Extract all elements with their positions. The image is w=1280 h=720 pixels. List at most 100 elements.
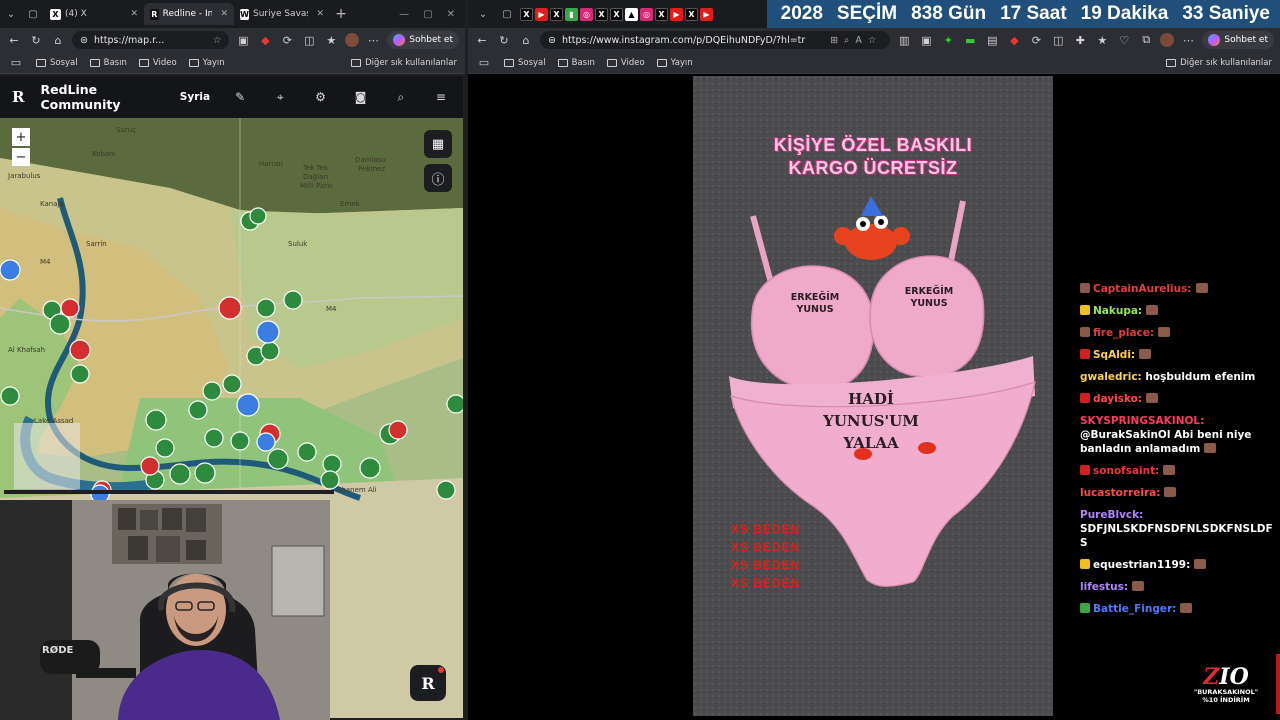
tab-x-icon[interactable]: X — [595, 7, 608, 21]
extension-red-icon[interactable]: ◆ — [1006, 34, 1022, 47]
chat-username[interactable]: SKYSPRINGSAKINOL: — [1080, 415, 1204, 427]
heart-icon[interactable]: ♡ — [1116, 34, 1132, 47]
profile-avatar[interactable] — [345, 33, 360, 47]
tab-image-icon[interactable]: ▲ — [625, 7, 638, 21]
tab-suriye[interactable]: W Suriye Savaş H ✕ — [234, 3, 330, 25]
tab-instagram-icon[interactable]: ◎ — [580, 7, 593, 21]
more-menu-icon[interactable]: ⋯ — [1180, 34, 1196, 47]
chat-username[interactable]: Nakupa: — [1093, 305, 1142, 317]
favorites-icon[interactable]: ★ — [323, 34, 339, 47]
bookmark-yayin[interactable]: Yayın — [188, 58, 225, 68]
bookmark-sosyal[interactable]: Sosyal — [36, 58, 78, 68]
more-menu-icon[interactable]: ⋯ — [365, 34, 381, 47]
favorites-icon[interactable]: ★ — [1094, 34, 1110, 47]
copilot-button[interactable]: Sohbet et — [387, 31, 459, 49]
other-bookmarks[interactable]: Diğer sık kullanılanlar — [1166, 58, 1272, 68]
collections-icon[interactable]: ⧉ — [1138, 33, 1154, 47]
bookmark-basin[interactable]: Basın — [89, 58, 127, 68]
tab-instagram-icon[interactable]: ◎ — [640, 7, 653, 21]
extension-icon[interactable]: ✦ — [940, 34, 956, 47]
refresh-icon[interactable]: ↻ — [496, 34, 512, 47]
camera-icon[interactable]: ◙ — [351, 86, 371, 108]
split-screen-icon[interactable]: ◫ — [301, 34, 317, 47]
pen-icon[interactable]: ✎ — [230, 86, 250, 108]
instagram-post-image[interactable]: KİŞİYE ÖZEL BASKILI KARGO ÜCRETSİZ ERKEĞ… — [693, 76, 1053, 716]
redline-float-button[interactable]: R — [410, 665, 446, 701]
search-icon[interactable]: ⌕ — [391, 86, 411, 108]
chat-username[interactable]: sonofsaint: — [1093, 465, 1159, 477]
chat-username[interactable]: CaptainAurelius: — [1093, 283, 1192, 295]
chat-username[interactable]: Battle_Finger: — [1093, 603, 1176, 615]
site-info-icon[interactable]: ⊜ — [548, 35, 556, 46]
tab-x-icon[interactable]: X — [685, 7, 698, 21]
chat-username[interactable]: gwaledric: — [1080, 371, 1142, 383]
bookmark-video[interactable]: Video — [606, 58, 645, 68]
map-marker-red — [60, 298, 80, 318]
extension-icon[interactable]: ▣ — [918, 34, 934, 47]
tab-redline[interactable]: R Redline - Inter ✕ — [144, 3, 234, 25]
redline-logo[interactable]: R — [12, 88, 24, 106]
region-selector[interactable]: Syria — [180, 91, 210, 103]
extension-red-icon[interactable]: ◆ — [257, 34, 273, 47]
extension-icon[interactable]: ▥ — [896, 34, 912, 47]
url-field[interactable]: ⊜ https://map.r... ☆ — [72, 31, 230, 49]
split-screen-icon[interactable]: ◫ — [1050, 34, 1066, 47]
favorite-star-icon[interactable]: ☆ — [213, 35, 222, 46]
tab-app-icon[interactable]: ▮ — [565, 7, 578, 21]
bookmark-sosyal[interactable]: Sosyal — [504, 58, 546, 68]
tab-youtube-icon[interactable]: ▶ — [670, 7, 683, 21]
workspaces-icon[interactable]: ▢ — [22, 3, 44, 25]
bookmark-video[interactable]: Video — [138, 58, 177, 68]
other-bookmarks[interactable]: Diğer sık kullanılanlar — [351, 58, 457, 68]
back-arrow-icon[interactable]: ← — [474, 34, 490, 47]
sync-icon[interactable]: ⟳ — [1028, 34, 1044, 47]
site-info-icon[interactable]: ⊜ — [80, 35, 88, 46]
tab-x-icon[interactable]: X — [655, 7, 668, 21]
chat-username[interactable]: lucastorreira: — [1080, 487, 1160, 499]
bookmark-basin[interactable]: Basın — [557, 58, 595, 68]
back-arrow-icon[interactable]: ← — [6, 34, 22, 47]
new-tab-plus-icon[interactable]: + — [330, 3, 352, 25]
minimize-icon[interactable]: — — [399, 9, 409, 20]
folder-icon — [351, 58, 362, 67]
extension-icon[interactable]: ▬ — [962, 34, 978, 47]
extension-icon[interactable]: ▣ — [235, 34, 251, 47]
maximize-icon[interactable]: ▢ — [423, 9, 432, 20]
tab-x-icon[interactable]: X — [520, 7, 533, 21]
close-tab-icon[interactable]: ✕ — [220, 9, 228, 19]
sync-icon[interactable]: ⟳ — [279, 34, 295, 47]
workspaces-icon[interactable]: ▢ — [496, 9, 518, 20]
chat-username[interactable]: lifestus: — [1080, 581, 1128, 593]
close-window-icon[interactable]: ✕ — [447, 9, 455, 20]
profile-avatar[interactable] — [1160, 33, 1175, 47]
address-tools-icon[interactable]: ⊞⌕A☆ — [830, 35, 882, 46]
location-pin-icon[interactable]: ⌖ — [270, 86, 290, 108]
tab-actions-chevron-icon[interactable]: ⌄ — [472, 9, 494, 20]
tab-actions-chevron-icon[interactable]: ⌄ — [0, 3, 22, 25]
tab-youtube-icon[interactable]: ▶ — [535, 7, 548, 21]
chat-username[interactable]: dayisko: — [1093, 393, 1142, 405]
extensions-puzzle-icon[interactable]: ✚ — [1072, 34, 1088, 47]
tab-youtube-icon[interactable]: ▶ — [700, 7, 713, 21]
refresh-icon[interactable]: ↻ — [28, 34, 44, 47]
tab-x-icon[interactable]: X — [610, 7, 623, 21]
sidebar-toggle-icon[interactable]: ▭ — [476, 56, 492, 69]
hamburger-menu-icon[interactable]: ≡ — [431, 86, 451, 108]
sidebar-toggle-icon[interactable]: ▭ — [8, 56, 24, 69]
chat-username[interactable]: PureBlvck: — [1080, 509, 1143, 521]
home-icon[interactable]: ⌂ — [50, 34, 66, 47]
tab-x-icon[interactable]: X — [550, 7, 563, 21]
tab-x[interactable]: X (4) X ✕ — [44, 3, 144, 25]
url-field[interactable]: ⊜ https://www.instagram.com/p/DQEihuNDFy… — [540, 31, 891, 49]
x-logo-icon: X — [50, 8, 61, 20]
close-tab-icon[interactable]: ✕ — [130, 9, 138, 19]
extension-icon[interactable]: ▤ — [984, 34, 1000, 47]
chat-username[interactable]: SqAldi: — [1093, 349, 1135, 361]
close-tab-icon[interactable]: ✕ — [316, 9, 324, 19]
copilot-button[interactable]: Sohbet et — [1202, 31, 1274, 49]
bookmark-yayin[interactable]: Yayın — [656, 58, 693, 68]
gear-icon[interactable]: ⚙ — [310, 86, 330, 108]
chat-username[interactable]: fire_place: — [1093, 327, 1154, 339]
chat-username[interactable]: equestrian1199: — [1093, 559, 1190, 571]
home-icon[interactable]: ⌂ — [518, 34, 534, 47]
